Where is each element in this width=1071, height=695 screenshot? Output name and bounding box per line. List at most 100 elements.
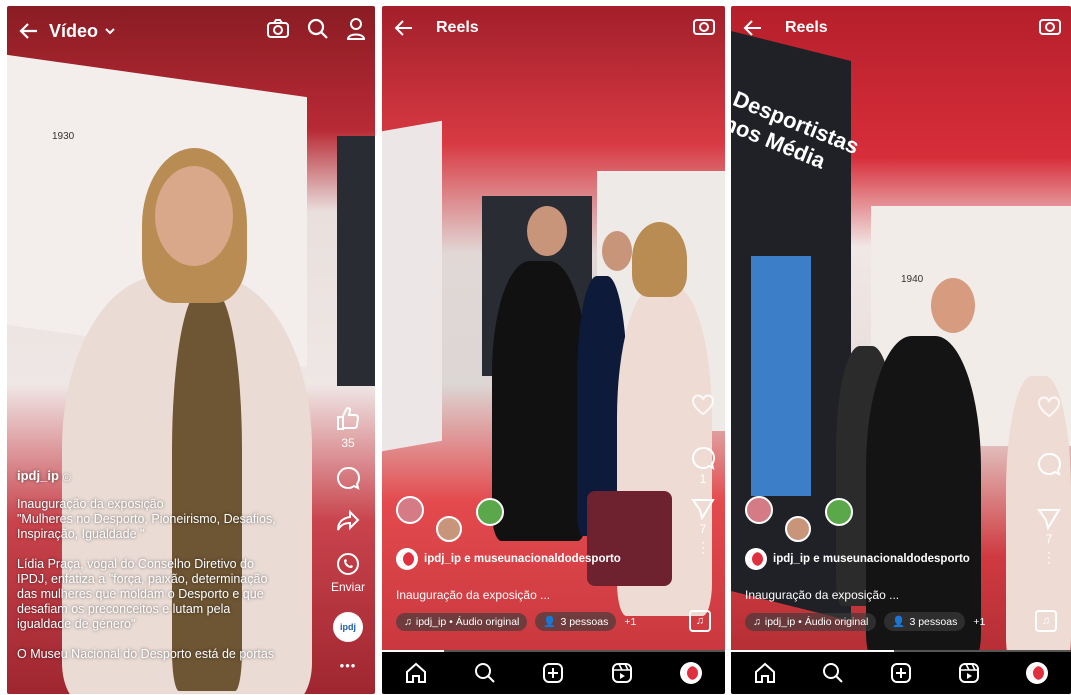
man-dark-shirt [492, 261, 587, 541]
post-caption: ipdj_ip ◎ Inauguração da exposição "Mulhe… [17, 468, 325, 662]
search-icon[interactable] [822, 662, 844, 684]
audio-pill[interactable]: ♫ ipdj_ip • Áudio original [396, 612, 528, 631]
heart-icon[interactable] [1037, 396, 1061, 418]
collab-avatar-3[interactable] [825, 498, 853, 526]
man-face [527, 206, 567, 256]
caption-line: Lídia Praça, vogal do Conselho Diretivo … [17, 557, 254, 571]
extra-count[interactable]: +1 [973, 616, 985, 628]
page-title[interactable]: Reels [785, 19, 828, 37]
search-icon[interactable] [307, 18, 329, 40]
collab-avatar-1[interactable] [396, 496, 424, 524]
audio-pill[interactable]: ♫ ipdj_ip • Áudio original [745, 612, 877, 631]
person-icon: 👤 [892, 616, 906, 628]
reels-icon[interactable] [611, 662, 633, 684]
post-caption[interactable]: Inauguração da exposição ... [745, 588, 899, 602]
man-face [931, 278, 975, 333]
camera-icon[interactable] [267, 18, 289, 40]
woman-face [155, 166, 233, 266]
wall-year: 1930 [52, 131, 75, 142]
collab-avatar-1[interactable] [745, 496, 773, 524]
reels-icon[interactable] [958, 662, 980, 684]
caption-line [17, 632, 325, 647]
page-title[interactable]: Reels [436, 19, 479, 37]
caption-line: igualdade de género" [17, 617, 136, 631]
create-icon[interactable] [890, 662, 912, 684]
author-usernames[interactable]: ipdj_ip e museunacionaldodesporto [773, 553, 970, 565]
chevron-down-icon[interactable] [104, 25, 116, 37]
like-count: 35 [341, 436, 355, 450]
person-icon: 👤 [543, 616, 557, 628]
caption-line: O Museu Nacional do Desporto está de por… [17, 647, 275, 661]
caption-line: das mulheres que moldam o Desporto e que [17, 587, 264, 601]
woman-hair [632, 222, 687, 297]
handbag [587, 491, 672, 586]
back-arrow-icon[interactable] [394, 18, 414, 38]
send-icon[interactable] [691, 498, 715, 520]
caption-line: IPDJ, enfatiza a "força, paixão, determi… [17, 572, 268, 586]
meta-row: ♫ ipdj_ip • Áudio original 👤 3 pessoas +1 [396, 612, 636, 631]
reels-panel-2: Reels 1 7 ⋮ ipdj_ip e museunacionaldodes… [382, 6, 725, 694]
audio-label: ipdj_ip • Áudio original [764, 615, 869, 628]
top-bar: Reels [382, 6, 725, 50]
post-caption[interactable]: Inauguração da exposição ... [396, 588, 550, 602]
audio-avatar[interactable]: ipdj [332, 612, 363, 642]
whatsapp-icon[interactable] [336, 552, 360, 576]
post-authors: ipdj_ip e museunacionaldodesporto [396, 548, 621, 570]
collab-avatar-2[interactable] [436, 516, 462, 542]
collab-avatar-3[interactable] [476, 498, 504, 526]
exhibit-wall [382, 120, 442, 452]
top-bar: Reels [731, 6, 1071, 50]
search-icon[interactable] [474, 662, 496, 684]
back-arrow-icon[interactable] [743, 18, 763, 38]
share-arrow-icon[interactable] [336, 510, 360, 532]
collab-avatar-2[interactable] [785, 516, 811, 542]
more-options-icon[interactable]: ⋮ [696, 540, 710, 554]
reels-panel-3: Desportistas nos Média 1940 Reels 7 ⋮ ip… [731, 6, 1071, 694]
music-note-icon: ♫ [753, 615, 761, 628]
music-note-icon: ♫ [404, 615, 412, 628]
tagged-people-pill[interactable]: 👤 3 pessoas [884, 612, 966, 631]
profile-avatar[interactable] [1026, 662, 1048, 684]
verified-icon: ◎ [62, 472, 72, 483]
video-panel-1: 1930 Vídeo 35 Enviar ipdj ••• ipdj_ip ◎ … [7, 6, 375, 694]
author-avatar[interactable] [745, 548, 767, 570]
caption-line: Inauguração da exposição [17, 497, 164, 511]
more-options-icon[interactable]: ••• [340, 658, 357, 673]
more-options-icon[interactable]: ⋮ [1042, 550, 1056, 564]
author-usernames[interactable]: ipdj_ip e museunacionaldodesporto [424, 553, 621, 565]
profile-avatar[interactable] [679, 662, 702, 684]
wall-year: 1940 [901, 274, 924, 285]
bottom-nav [382, 652, 725, 694]
caption-text[interactable]: Inauguração da exposição "Mulheres no Des… [17, 497, 325, 662]
extra-count[interactable]: +1 [624, 616, 636, 628]
action-rail: 7 ⋮ [1037, 396, 1061, 564]
send-icon[interactable] [1037, 508, 1061, 530]
send-label[interactable]: Enviar [331, 580, 365, 594]
home-icon[interactable] [405, 662, 427, 684]
post-authors: ipdj_ip e museunacionaldodesporto [745, 548, 970, 570]
audio-thumbnail-icon[interactable]: ♫ [1035, 610, 1057, 632]
audio-thumbnail-icon[interactable]: ♫ [689, 610, 711, 632]
create-icon[interactable] [542, 662, 564, 684]
meta-row: ♫ ipdj_ip • Áudio original 👤 3 pessoas +1 [745, 612, 985, 631]
page-title[interactable]: Vídeo [49, 21, 98, 42]
comment-icon[interactable] [1037, 452, 1061, 476]
action-rail: 1 7 ⋮ [691, 394, 715, 554]
heart-icon[interactable] [691, 394, 715, 416]
tagged-people-pill[interactable]: 👤 3 pessoas [535, 612, 617, 631]
back-arrow-icon[interactable] [19, 21, 39, 41]
like-icon[interactable] [335, 406, 361, 432]
profile-icon[interactable] [347, 18, 365, 40]
username[interactable]: ipdj_ip [17, 468, 59, 483]
caption-line [17, 542, 325, 557]
comment-icon[interactable] [691, 446, 715, 470]
camera-icon[interactable] [1039, 16, 1061, 36]
camera-icon[interactable] [693, 16, 715, 36]
home-icon[interactable] [754, 662, 776, 684]
author-avatar[interactable] [396, 548, 418, 570]
share-count: 7 [1045, 532, 1053, 546]
top-actions [693, 16, 715, 36]
caption-line: desafiam os preconceitos e lutam pela [17, 602, 231, 616]
comment-icon[interactable] [336, 466, 360, 490]
video-screen [751, 256, 811, 496]
